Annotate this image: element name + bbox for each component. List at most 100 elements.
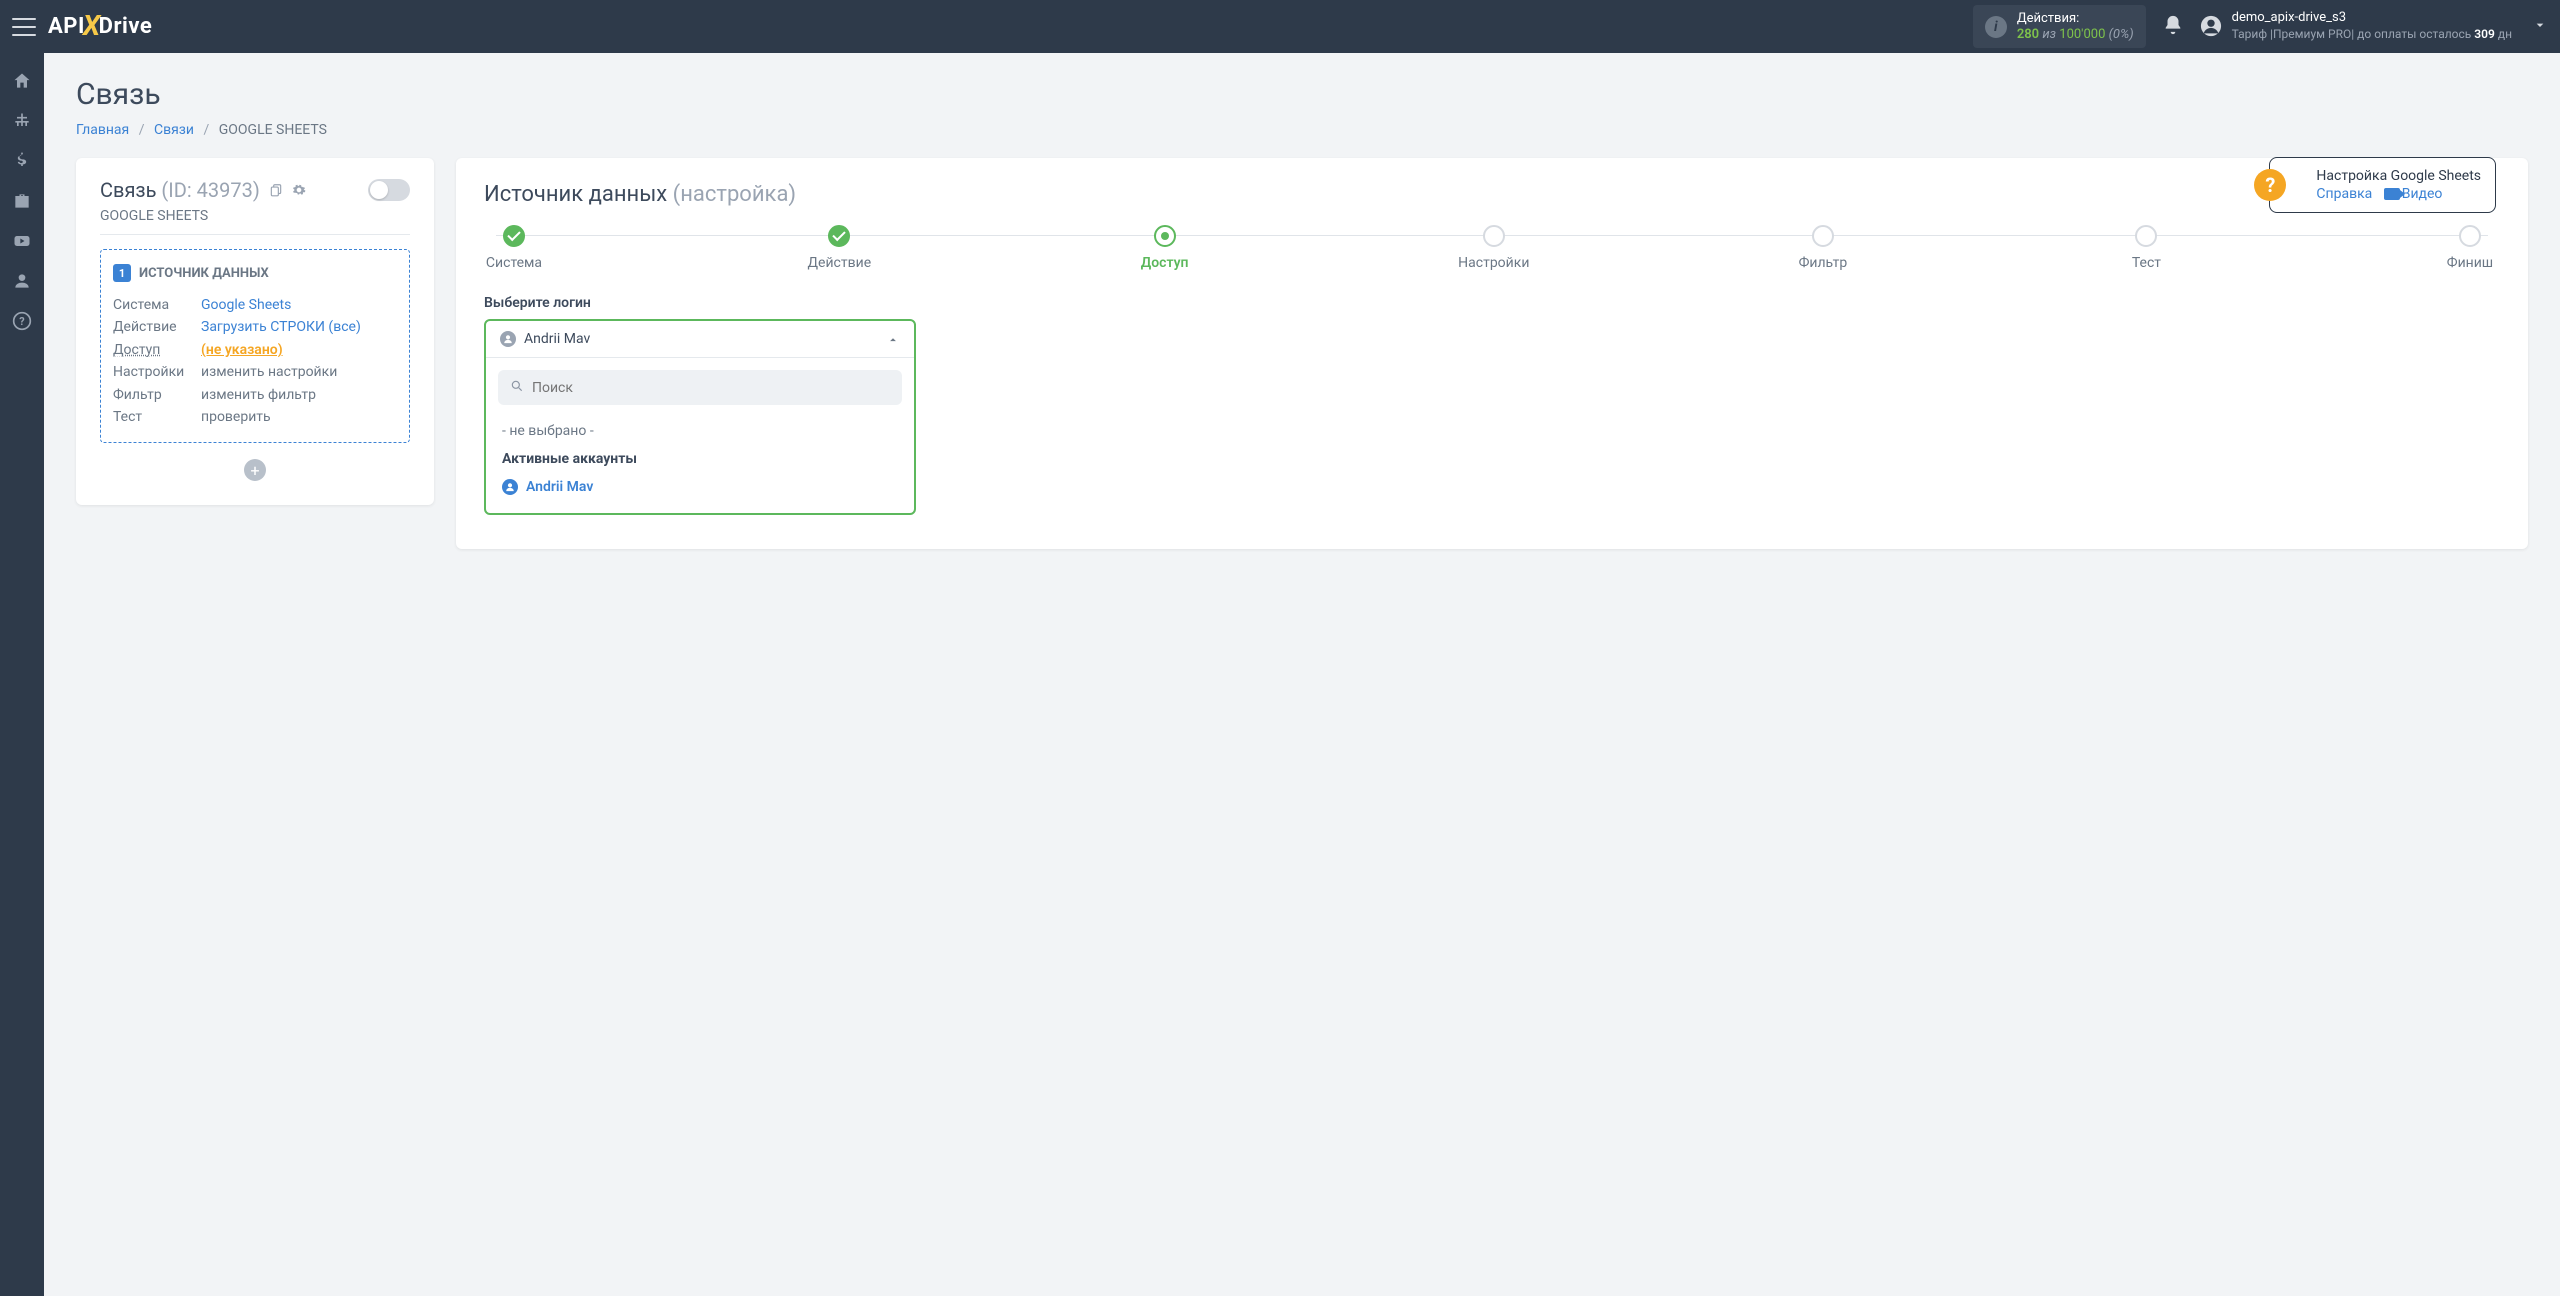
step-dot xyxy=(1483,225,1505,247)
actions-counter[interactable]: i Действия: 280 из 100'000 (0%) xyxy=(1973,5,2146,48)
info-icon: i xyxy=(1985,16,2007,38)
step-label: Фильтр xyxy=(1799,255,1848,271)
row-value[interactable]: (не указано) xyxy=(201,339,283,361)
step-Система[interactable]: Система xyxy=(484,225,544,271)
login-dropdown[interactable]: Andrii Mav - не выбрано - Активные аккау… xyxy=(484,319,916,515)
step-dot xyxy=(503,225,525,247)
source-row: ДействиеЗагрузить СТРОКИ (все) xyxy=(113,316,397,338)
chevron-up-icon xyxy=(886,332,900,346)
person-icon xyxy=(500,331,516,347)
wizard-stepper: Система Действие Доступ Настройки Фильтр Тест… xyxy=(484,225,2500,271)
gear-icon[interactable] xyxy=(292,178,306,202)
dropdown-option-account[interactable]: Andrii Mav xyxy=(498,473,902,501)
login-field-label: Выберите логин xyxy=(484,295,2500,311)
connection-summary-card: Связь (ID: 43973) GOOGLE SHEETS 1 ИСТОЧН… xyxy=(76,158,434,505)
help-video-link[interactable]: Видео xyxy=(2384,186,2443,202)
copy-icon[interactable] xyxy=(269,178,288,202)
connection-title: Связь (ID: 43973) xyxy=(100,178,306,202)
source-row: Доступ(не указано) xyxy=(113,339,397,361)
crumb-home[interactable]: Главная xyxy=(76,122,129,138)
row-value[interactable]: проверить xyxy=(201,406,271,428)
dropdown-option-none[interactable]: - не выбрано - xyxy=(498,417,902,445)
step-Настройки[interactable]: Настройки xyxy=(1458,225,1529,271)
menu-toggle-icon[interactable] xyxy=(12,18,36,36)
row-value[interactable]: изменить фильтр xyxy=(201,384,316,406)
svg-text:?: ? xyxy=(19,315,24,328)
dropdown-head[interactable]: Andrii Mav xyxy=(486,321,914,357)
step-label: Действие xyxy=(808,255,872,271)
step-Фильтр[interactable]: Фильтр xyxy=(1793,225,1853,271)
crumb-links[interactable]: Связи xyxy=(154,122,194,138)
data-source-box: 1 ИСТОЧНИК ДАННЫХ СистемаGoogle SheetsДе… xyxy=(100,249,410,443)
dropdown-search[interactable] xyxy=(498,370,902,405)
top-header: API X Drive i Действия: 280 из 100'000 (… xyxy=(0,0,2560,53)
step-dot xyxy=(828,225,850,247)
help-reference-link[interactable]: Справка xyxy=(2316,186,2372,202)
dropdown-body: - не выбрано - Активные аккаунты Andrii … xyxy=(486,357,914,513)
user-menu[interactable]: demo_apix-drive_s3 Тариф |Премиум PRO| д… xyxy=(2200,10,2512,42)
step-dot xyxy=(1154,225,1176,247)
notifications-icon[interactable] xyxy=(2162,14,2184,40)
dollar-icon[interactable] xyxy=(0,141,44,181)
data-source-header: ИСТОЧНИК ДАННЫХ xyxy=(139,266,269,281)
logo-text-b: Drive xyxy=(99,14,153,39)
briefcase-icon[interactable] xyxy=(0,181,44,221)
step-label: Система xyxy=(486,255,542,271)
row-value[interactable]: Загрузить СТРОКИ (все) xyxy=(201,316,361,338)
tariff-line: Тариф |Премиум PRO| до оплаты осталось 3… xyxy=(2232,27,2512,43)
chevron-down-icon[interactable] xyxy=(2532,17,2548,37)
breadcrumb: Главная / Связи / GOOGLE SHEETS xyxy=(76,122,2528,138)
help-title: Настройка Google Sheets xyxy=(2316,168,2481,184)
step-Тест[interactable]: Тест xyxy=(2116,225,2176,271)
source-row: Фильтризменить фильтр xyxy=(113,384,397,406)
youtube-icon[interactable] xyxy=(0,221,44,261)
sitemap-icon[interactable] xyxy=(0,101,44,141)
row-key: Фильтр xyxy=(113,384,201,406)
step-label: Доступ xyxy=(1141,255,1189,271)
user-icon[interactable] xyxy=(0,261,44,301)
add-button[interactable]: + xyxy=(244,459,266,481)
page-title: Связь xyxy=(76,77,2528,112)
home-icon[interactable] xyxy=(0,61,44,101)
row-value[interactable]: изменить настройки xyxy=(201,361,337,383)
step-Финиш[interactable]: Финиш xyxy=(2440,225,2500,271)
step-dot xyxy=(2459,225,2481,247)
row-value[interactable]: Google Sheets xyxy=(201,294,291,316)
row-key: Настройки xyxy=(113,361,201,383)
actions-label: Действия: xyxy=(2017,11,2134,27)
connection-toggle[interactable] xyxy=(368,179,410,201)
source-row: Настройкиизменить настройки xyxy=(113,361,397,383)
row-key: Действие xyxy=(113,316,201,338)
logo-x-icon: X xyxy=(83,9,101,42)
search-input[interactable] xyxy=(532,380,890,396)
step-label: Тест xyxy=(2132,255,2161,271)
help-icon[interactable]: ? xyxy=(0,301,44,341)
row-key: Тест xyxy=(113,406,201,428)
logo[interactable]: API X Drive xyxy=(48,10,152,43)
step-dot xyxy=(2135,225,2157,247)
config-title: Источник данных (настройка) xyxy=(484,182,2500,207)
username: demo_apix-drive_s3 xyxy=(2232,10,2512,27)
dropdown-selected-value: Andrii Mav xyxy=(524,331,590,347)
step-label: Финиш xyxy=(2447,255,2493,271)
step-number-badge: 1 xyxy=(113,264,131,282)
video-icon xyxy=(2384,188,2400,200)
row-key: Система xyxy=(113,294,201,316)
left-sidebar: ? xyxy=(0,53,44,1296)
actions-value: 280 из 100'000 (0%) xyxy=(2017,27,2134,43)
step-dot xyxy=(1812,225,1834,247)
step-Действие[interactable]: Действие xyxy=(808,225,872,271)
data-source-config-card: Источник данных (настройка) Система Дейст… xyxy=(456,158,2528,549)
step-label: Настройки xyxy=(1458,255,1529,271)
person-icon xyxy=(502,479,518,495)
row-key: Доступ xyxy=(113,339,201,361)
dropdown-group-label: Активные аккаунты xyxy=(498,445,902,473)
logo-text-a: API xyxy=(48,14,85,39)
step-Доступ[interactable]: Доступ xyxy=(1135,225,1195,271)
source-row: Тестпроверить xyxy=(113,406,397,428)
crumb-current: GOOGLE SHEETS xyxy=(219,122,327,138)
source-row: СистемаGoogle Sheets xyxy=(113,294,397,316)
help-panel: ? Настройка Google Sheets Справка Видео xyxy=(2269,157,2496,213)
help-question-icon: ? xyxy=(2254,169,2286,201)
search-icon xyxy=(510,378,524,397)
